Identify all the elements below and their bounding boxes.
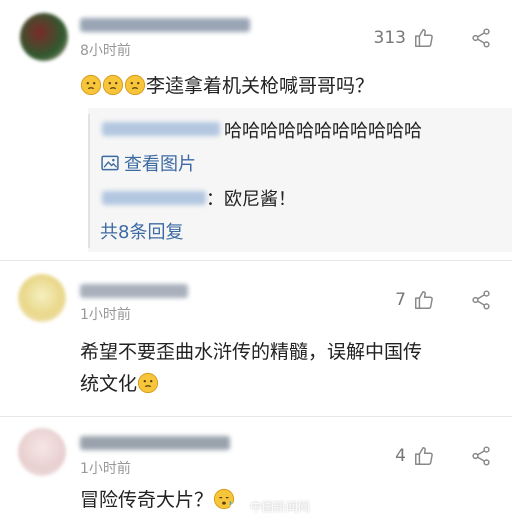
comment-2: 1小时前 7 希望不要歪曲水浒传的精髓，误解中国传 统文化 — [0, 262, 512, 414]
comment-body: 李逵拿着机关枪喊哥哥吗？ — [146, 75, 375, 97]
username-blurred[interactable] — [80, 284, 188, 298]
divider — [0, 260, 512, 261]
username-blurred[interactable] — [80, 18, 250, 32]
thinking-emoji-icon — [137, 372, 159, 394]
comment-1: 8小时前 313 李逵拿着机关枪喊哥哥吗？ 哈哈哈哈哈哈哈哈哈哈哈 查看图片 ：… — [0, 0, 512, 258]
view-image-label: 查看图片 — [124, 154, 196, 175]
reply-bar — [88, 114, 90, 248]
reply-username-blurred[interactable] — [102, 122, 220, 136]
reply-username-blurred[interactable] — [102, 191, 206, 205]
comment-text: 冒险传奇大片？ — [80, 486, 235, 515]
comment-body-line-1: 希望不要歪曲水浒传的精髓，误解中国传 — [80, 341, 423, 363]
comment-time: 8小时前 — [80, 43, 131, 59]
image-icon — [101, 155, 119, 171]
like-count[interactable]: 7 — [366, 290, 406, 310]
comment-text: 希望不要歪曲水浒传的精髓，误解中国传 统文化 — [80, 338, 500, 402]
thumbs-up-icon[interactable] — [413, 445, 435, 467]
weibo-logo-icon — [230, 500, 245, 513]
watermark-text: 中国新闻网 — [249, 500, 310, 514]
avatar[interactable] — [20, 13, 68, 61]
like-count[interactable]: 313 — [366, 28, 406, 48]
avatar[interactable] — [18, 428, 66, 476]
comment-text: 李逵拿着机关枪喊哥哥吗？ — [80, 72, 374, 101]
watermark: 中国新闻网 — [230, 498, 310, 515]
thinking-emoji-icon — [80, 74, 102, 96]
thumbs-up-icon[interactable] — [413, 27, 435, 49]
thinking-emoji-icon — [124, 74, 146, 96]
share-icon[interactable] — [470, 27, 492, 49]
avatar[interactable] — [18, 274, 66, 322]
thinking-emoji-icon — [102, 74, 124, 96]
comment-body: 冒险传奇大片？ — [80, 489, 214, 511]
more-replies-link[interactable]: 共8条回复 — [100, 218, 183, 244]
share-icon[interactable] — [470, 289, 492, 311]
reply-section: 哈哈哈哈哈哈哈哈哈哈哈 查看图片 ：欧尼酱！ 共8条回复 — [88, 108, 512, 252]
comment-time: 1小时前 — [80, 307, 131, 323]
username-blurred[interactable] — [80, 436, 230, 450]
comment-3: 1小时前 4 冒险传奇大片？ 中国新闻网 — [0, 418, 512, 527]
divider — [0, 416, 512, 417]
share-icon[interactable] — [470, 445, 492, 467]
comment-body-line-2-text: 统文化 — [80, 373, 138, 395]
view-image-link[interactable]: 查看图片 — [100, 150, 196, 176]
reply-text: ：欧尼酱！ — [206, 189, 296, 210]
reply-text: 哈哈哈哈哈哈哈哈哈哈哈 — [224, 121, 422, 142]
thumbs-up-icon[interactable] — [413, 289, 435, 311]
like-count[interactable]: 4 — [366, 446, 406, 466]
comment-time: 1小时前 — [80, 461, 131, 477]
comment-body-line-2: 统文化 — [80, 370, 500, 402]
